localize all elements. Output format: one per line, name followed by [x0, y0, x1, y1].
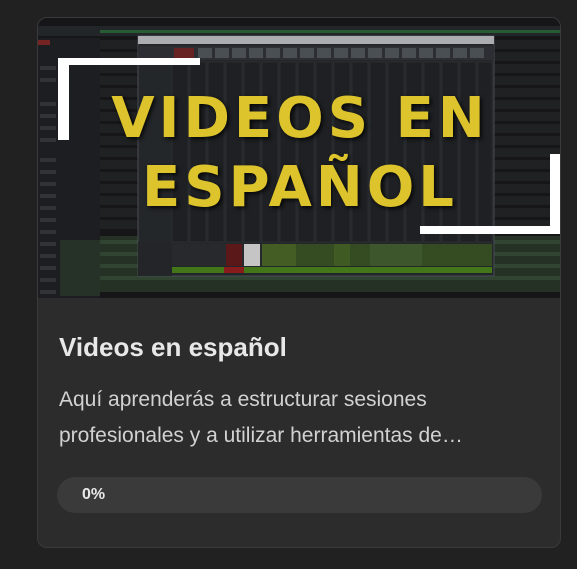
course-description: Aquí aprenderás a estructurar sesiones p… — [59, 388, 463, 447]
thumbnail-title-line-1: VIDEOS EN — [111, 86, 489, 151]
course-thumbnail[interactable]: VIDEOS EN ESPAÑOL — [38, 18, 560, 298]
progress-bar: 0% — [57, 477, 542, 513]
thumbnail-title-line-2: ESPAÑOL — [142, 155, 458, 220]
course-card[interactable]: VIDEOS EN ESPAÑOL Videos en español Aquí… — [37, 17, 561, 548]
course-title[interactable]: Videos en español — [59, 330, 287, 364]
progress-label: 0% — [82, 486, 106, 503]
